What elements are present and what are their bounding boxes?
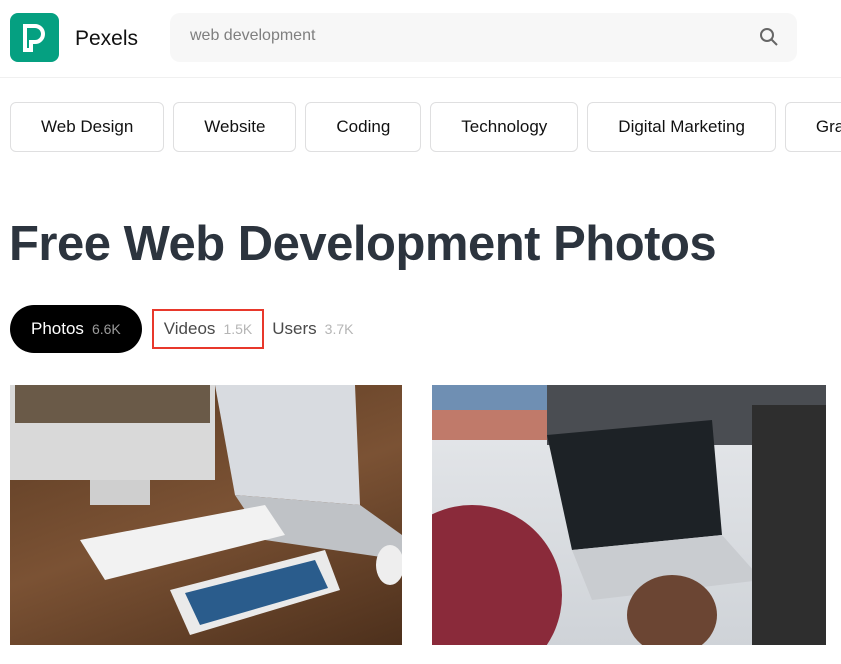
tag-coding[interactable]: Coding <box>305 102 422 152</box>
search-bar[interactable] <box>170 13 797 62</box>
tab-label: Videos <box>163 319 216 338</box>
media-tabs: Photos 6.6K Videos 1.5K Users 3.7K <box>10 305 353 353</box>
tag-digital-marketing[interactable]: Digital Marketing <box>587 102 776 152</box>
header: Pexels <box>0 0 841 78</box>
photo-desk-imac-laptop[interactable] <box>10 385 402 645</box>
tab-label: Users <box>272 319 317 338</box>
tab-count: 3.7K <box>324 321 354 337</box>
tab-users[interactable]: Users 3.7K <box>272 305 353 353</box>
tag-website[interactable]: Website <box>173 102 297 152</box>
search-icon[interactable] <box>759 27 779 52</box>
related-tags: Web Design Website Coding Technology Dig… <box>10 102 841 152</box>
tab-count: 1.5K <box>223 321 253 337</box>
brand-name[interactable]: Pexels <box>75 27 138 51</box>
tag-technology[interactable]: Technology <box>430 102 579 152</box>
page-title: Free Web Development Photos <box>9 217 717 271</box>
tag-web-design[interactable]: Web Design <box>10 102 165 152</box>
pexels-logo[interactable] <box>10 13 59 62</box>
tab-photos[interactable]: Photos 6.6K <box>10 305 142 353</box>
tab-label: Photos <box>31 319 84 338</box>
search-input[interactable] <box>190 27 730 45</box>
tab-videos[interactable]: Videos 1.5K <box>151 309 265 349</box>
tab-count: 6.6K <box>91 321 121 337</box>
tag-graphic[interactable]: Gra <box>784 102 841 152</box>
photo-person-coding-laptop[interactable] <box>432 385 826 645</box>
